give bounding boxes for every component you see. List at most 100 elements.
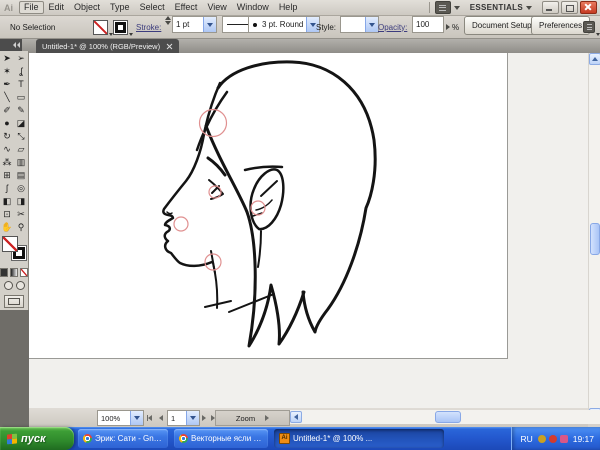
zoom-level-combo[interactable]: 100% [97, 410, 144, 426]
menu-bar: Ai FileEditObjectTypeSelectEffectViewWin… [0, 0, 600, 16]
fill-stroke-indicator[interactable] [0, 234, 28, 266]
vertical-scrollbar[interactable] [588, 53, 600, 420]
menu-object[interactable]: Object [69, 1, 105, 14]
menu-select[interactable]: Select [135, 1, 170, 14]
tool-line-segment[interactable]: ╲ [0, 91, 14, 104]
workspace-switcher[interactable]: ESSENTIALS [470, 3, 523, 12]
close-button[interactable] [580, 1, 597, 14]
preferences-button[interactable]: Preferences [531, 16, 590, 35]
tool-artboard[interactable]: ⊡ [0, 208, 14, 221]
tray-icon-red[interactable] [549, 435, 557, 443]
opacity-input[interactable]: 100 [412, 16, 444, 33]
opacity-label[interactable]: Opacity: [378, 16, 407, 38]
fill-color-well[interactable] [2, 236, 18, 252]
tool-pencil[interactable]: ✎ [14, 104, 28, 117]
tool-symbol-sprayer[interactable]: ⁂ [0, 156, 14, 169]
scroll-up-icon[interactable] [589, 53, 600, 65]
artwork-face-profile[interactable] [29, 53, 507, 358]
taskbar-button-2[interactable]: Векторные ясли по ... [174, 429, 268, 448]
panel-options-icon[interactable] [583, 16, 600, 38]
tool-column-graph[interactable]: ▥ [14, 156, 28, 169]
horizontal-scrollbar[interactable] [290, 410, 600, 424]
brush-dot-preview [253, 23, 257, 27]
tool-mesh[interactable]: ⊞ [0, 169, 14, 182]
menu-view[interactable]: View [202, 1, 231, 14]
restore-button[interactable] [561, 1, 578, 14]
canvas-pasteboard[interactable] [29, 53, 588, 408]
menu-file[interactable]: File [19, 1, 44, 14]
zoom-level-value: 100% [98, 414, 130, 423]
tool-gradient[interactable]: ▤ [14, 169, 28, 182]
first-artboard-button[interactable] [145, 410, 154, 425]
language-indicator[interactable]: RU [520, 434, 532, 444]
tool-hand[interactable]: ✋ [0, 221, 14, 234]
menu-window[interactable]: Window [232, 1, 274, 14]
horizontal-scroll-thumb[interactable] [435, 411, 461, 423]
chevron-down-icon[interactable] [454, 6, 460, 10]
tool-slice[interactable]: ✂ [14, 208, 28, 221]
none-button[interactable] [20, 268, 28, 277]
tool-live-paint-selection[interactable]: ◨ [14, 195, 28, 208]
tool-live-paint-bucket[interactable]: ◧ [0, 195, 14, 208]
tool-rotate[interactable]: ↻ [0, 130, 14, 143]
tool-blob-brush[interactable]: ● [0, 117, 14, 130]
tool-pen[interactable]: ✒ [0, 78, 14, 91]
tool-free-transform[interactable]: ▱ [14, 143, 28, 156]
screen-mode-button[interactable] [4, 295, 24, 308]
taskbar-button-label: Векторные ясли по ... [191, 434, 263, 443]
tray-icon-pink[interactable] [560, 435, 568, 443]
status-field-menu-icon [265, 415, 269, 421]
stroke-label[interactable]: Stroke: [136, 16, 161, 38]
style-combo[interactable] [340, 16, 379, 33]
tool-scale[interactable]: ⤡ [14, 130, 28, 143]
clock[interactable]: 19:17 [573, 434, 594, 444]
tool-blend[interactable]: ◎ [14, 182, 28, 195]
minimize-button[interactable] [542, 1, 559, 14]
menu-edit[interactable]: Edit [44, 1, 70, 14]
tool-rectangle[interactable]: ▭ [14, 91, 28, 104]
menu-help[interactable]: Help [274, 1, 303, 14]
draw-mode-icon[interactable] [4, 281, 13, 290]
taskbar-button-1[interactable]: Эрик: Сати - Gnossie... [78, 429, 168, 448]
previous-artboard-button[interactable] [156, 410, 165, 425]
tool-eyedropper[interactable]: ʃ [0, 182, 14, 195]
selection-status: No Selection [10, 16, 55, 38]
tool-warp[interactable]: ∿ [0, 143, 14, 156]
tool-direct-selection[interactable]: ➢ [14, 52, 28, 65]
color-button[interactable] [0, 268, 8, 277]
percent-label: % [452, 16, 459, 38]
start-button[interactable]: пуск [0, 427, 74, 450]
artboard[interactable] [29, 53, 508, 359]
artboard-number-combo[interactable]: 1 [167, 410, 200, 426]
stroke-width-stepper[interactable] [165, 16, 171, 38]
menu-effect[interactable]: Effect [170, 1, 203, 14]
document-tab[interactable]: Untitled-1* @ 100% (RGB/Preview) [36, 39, 179, 53]
stroke-width-combo[interactable]: 1 pt [172, 16, 217, 33]
brush-definition-combo[interactable]: 3 pt. Round [248, 16, 320, 33]
taskbar-button-3[interactable]: AiUntitled-1* @ 100% ... [274, 429, 444, 448]
opacity-expand-icon[interactable] [444, 16, 452, 38]
tools-panel: ➤➢✶ʆ✒T╲▭✐✎●◪↻⤡∿▱⁂▥⊞▤ʃ◎◧◨⊡✂✋⚲ [0, 51, 29, 310]
document-setup-button[interactable]: Document Setup [464, 16, 540, 35]
tab-close-icon[interactable] [166, 43, 173, 50]
tools-panel-collapse[interactable] [0, 39, 22, 51]
chevron-down-icon[interactable] [526, 6, 532, 10]
stroke-swatch[interactable] [113, 16, 133, 38]
draw-mode-icon[interactable] [16, 281, 25, 290]
gradient-button[interactable] [10, 268, 18, 277]
next-artboard-button[interactable] [199, 410, 208, 425]
tool-paintbrush[interactable]: ✐ [0, 104, 14, 117]
tool-type[interactable]: T [14, 78, 28, 91]
scroll-left-icon[interactable] [290, 411, 302, 423]
fill-swatch[interactable] [93, 16, 113, 38]
status-field[interactable]: Zoom [215, 410, 290, 426]
tray-icon-amber[interactable] [538, 435, 546, 443]
tool-magic-wand[interactable]: ✶ [0, 65, 14, 78]
tool-zoom[interactable]: ⚲ [14, 221, 28, 234]
arrange-documents-icon[interactable] [435, 1, 451, 14]
menu-type[interactable]: Type [105, 1, 135, 14]
tool-lasso[interactable]: ʆ [14, 65, 28, 78]
vertical-scroll-thumb[interactable] [590, 223, 600, 255]
tool-eraser[interactable]: ◪ [14, 117, 28, 130]
tool-selection[interactable]: ➤ [0, 52, 14, 65]
